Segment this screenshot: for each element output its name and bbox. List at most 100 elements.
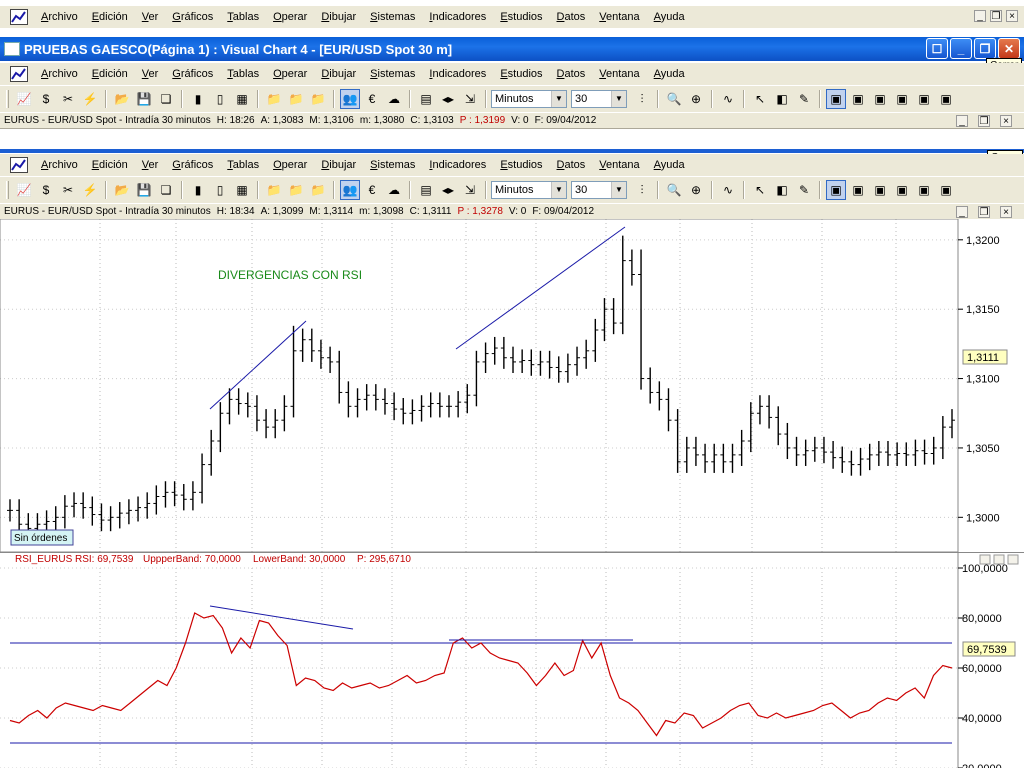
menu-item-sistemas[interactable]: Sistemas — [370, 11, 415, 23]
chart1-minimize-icon[interactable]: _ — [956, 115, 968, 127]
menu-item-ayuda[interactable]: Ayuda — [654, 11, 685, 23]
menu-item-ventana[interactable]: Ventana — [599, 11, 639, 23]
toolbar-grip[interactable] — [6, 90, 9, 108]
win5-icon[interactable]: ▣ — [914, 89, 934, 109]
flash-icon[interactable]: ⚡ — [80, 180, 100, 200]
scroll-icon[interactable]: ◂▸ — [438, 180, 458, 200]
open-icon[interactable]: 📂 — [112, 89, 132, 109]
menu-item-tablas[interactable]: Tablas — [227, 159, 259, 171]
menu-item-edición[interactable]: Edición — [92, 11, 128, 23]
flash-icon[interactable]: ⚡ — [80, 89, 100, 109]
win6-icon[interactable]: ▣ — [936, 89, 956, 109]
menu-item-archivo[interactable]: Archivo — [41, 11, 78, 23]
cloud-icon[interactable]: ☁ — [384, 180, 404, 200]
menu-item-operar[interactable]: Operar — [273, 68, 307, 80]
menu-item-sistemas[interactable]: Sistemas — [370, 159, 415, 171]
win1-icon[interactable]: ▣ — [826, 180, 846, 200]
save-icon[interactable]: 💾 — [134, 89, 154, 109]
menu-item-ventana[interactable]: Ventana — [599, 159, 639, 171]
folder2-icon[interactable]: 📁 — [286, 180, 306, 200]
win3-icon[interactable]: ▣ — [870, 89, 890, 109]
cloud-icon[interactable]: ☁ — [384, 89, 404, 109]
menu-item-ventana[interactable]: Ventana — [599, 68, 639, 80]
grid-icon[interactable]: ▦ — [232, 180, 252, 200]
rsi-close-icon[interactable] — [1007, 554, 1019, 565]
grid-icon[interactable]: ▦ — [232, 89, 252, 109]
open-icon[interactable]: 📂 — [112, 180, 132, 200]
menu-item-estudios[interactable]: Estudios — [500, 11, 542, 23]
menu-item-datos[interactable]: Datos — [557, 68, 586, 80]
bars-icon[interactable]: ▮ — [188, 89, 208, 109]
menu-item-gráficos[interactable]: Gráficos — [172, 68, 213, 80]
win2-icon[interactable]: ▣ — [848, 180, 868, 200]
tools-icon[interactable]: ✂ — [58, 89, 78, 109]
dollar-icon[interactable]: $ — [36, 180, 56, 200]
app-icon-2[interactable] — [10, 66, 28, 82]
menu-item-ver[interactable]: Ver — [142, 159, 159, 171]
chart2-minimize-icon[interactable]: _ — [956, 206, 968, 218]
chart-icon[interactable]: 📈 — [14, 180, 34, 200]
people-icon[interactable]: 👥 — [340, 180, 360, 200]
chart-type-icon[interactable]: ⫶ — [632, 180, 652, 200]
win4-icon[interactable]: ▣ — [892, 89, 912, 109]
menu-item-edición[interactable]: Edición — [92, 68, 128, 80]
win5-icon[interactable]: ▣ — [914, 180, 934, 200]
win2-icon[interactable]: ▣ — [848, 89, 868, 109]
menu-item-dibujar[interactable]: Dibujar — [321, 68, 356, 80]
menu-item-ver[interactable]: Ver — [142, 11, 159, 23]
bars-icon[interactable]: ▮ — [188, 180, 208, 200]
menu-item-ver[interactable]: Ver — [142, 68, 159, 80]
zoom-in-icon[interactable]: ⊕ — [686, 180, 706, 200]
pen-icon[interactable]: ✎ — [794, 89, 814, 109]
menu-item-gráficos[interactable]: Gráficos — [172, 159, 213, 171]
menu-item-dibujar[interactable]: Dibujar — [321, 11, 356, 23]
properties-icon[interactable]: ▤ — [416, 89, 436, 109]
chart1-close-icon[interactable]: × — [1000, 115, 1012, 127]
restore-button[interactable]: ❐ — [974, 38, 996, 59]
period-value-select[interactable]: 30 ▼ — [571, 181, 627, 199]
cursor-icon[interactable]: ↖ — [750, 180, 770, 200]
chart-area[interactable]: DIVERGENCIAS CON RSI Sin órdenes 1,3200 1… — [0, 218, 1024, 771]
zoom-out-icon[interactable]: 🔍 — [664, 89, 684, 109]
indicator-icon[interactable]: ∿ — [718, 89, 738, 109]
copy-icon[interactable]: ❏ — [156, 180, 176, 200]
folder1-icon[interactable]: 📁 — [264, 89, 284, 109]
chart-svg[interactable]: DIVERGENCIAS CON RSI Sin órdenes 1,32001… — [0, 218, 1024, 771]
drag-icon[interactable]: ⇲ — [460, 89, 480, 109]
maximize-alt-button[interactable]: ☐ — [926, 38, 948, 59]
menu-item-estudios[interactable]: Estudios — [500, 68, 542, 80]
menu-item-archivo[interactable]: Archivo — [41, 68, 78, 80]
menu-item-ayuda[interactable]: Ayuda — [654, 68, 685, 80]
bars2-icon[interactable]: ▯ — [210, 89, 230, 109]
folder3-icon[interactable]: 📁 — [308, 180, 328, 200]
chevron-down-icon[interactable]: ▼ — [611, 182, 626, 198]
dollar-icon[interactable]: $ — [36, 89, 56, 109]
minimize-icon[interactable]: _ — [974, 10, 986, 22]
pen-icon[interactable]: ✎ — [794, 180, 814, 200]
indicator-icon[interactable]: ∿ — [718, 180, 738, 200]
drag-icon[interactable]: ⇲ — [460, 180, 480, 200]
menu-item-indicadores[interactable]: Indicadores — [429, 11, 486, 23]
period-unit-select[interactable]: Minutos ▼ — [491, 181, 567, 199]
folder1-icon[interactable]: 📁 — [264, 180, 284, 200]
menu-item-datos[interactable]: Datos — [557, 159, 586, 171]
menu-item-datos[interactable]: Datos — [557, 11, 586, 23]
menu-item-estudios[interactable]: Estudios — [500, 159, 542, 171]
app-icon[interactable] — [10, 9, 28, 25]
chart-type-icon[interactable]: ⫶ — [632, 89, 652, 109]
menu-item-tablas[interactable]: Tablas — [227, 11, 259, 23]
menu-item-tablas[interactable]: Tablas — [227, 68, 259, 80]
menu-item-indicadores[interactable]: Indicadores — [429, 68, 486, 80]
scroll-icon[interactable]: ◂▸ — [438, 89, 458, 109]
zoom-out-icon[interactable]: 🔍 — [664, 180, 684, 200]
bars2-icon[interactable]: ▯ — [210, 180, 230, 200]
win4-icon[interactable]: ▣ — [892, 180, 912, 200]
menu-item-operar[interactable]: Operar — [273, 11, 307, 23]
win3-icon[interactable]: ▣ — [870, 180, 890, 200]
menu-item-dibujar[interactable]: Dibujar — [321, 159, 356, 171]
minimize-button[interactable]: _ — [950, 38, 972, 59]
chevron-down-icon[interactable]: ▼ — [611, 91, 626, 107]
close-icon[interactable]: × — [1006, 10, 1018, 22]
chart1-restore-icon[interactable]: ❐ — [978, 115, 990, 127]
money-icon[interactable]: € — [362, 89, 382, 109]
